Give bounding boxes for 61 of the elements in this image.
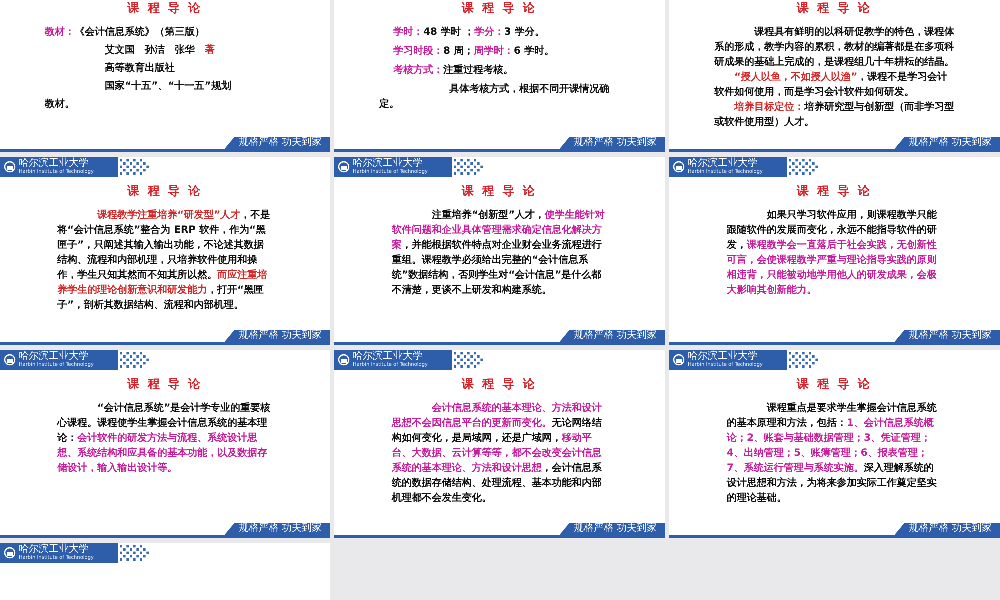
university-name: 哈尔滨工业大学 [353, 352, 424, 362]
slide-title: 课 程 导 论 [796, 0, 873, 17]
slide-title: 课 程 导 论 [460, 0, 538, 17]
slide-thumbnail[interactable] [0, 157, 330, 345]
crest-icon [673, 354, 685, 366]
slide-paragraph: 课程具有鲜明的以科研促教学的特色，课程体系的形成，教学内容的累积，教材的编著都是在多项科研成果的基础上完成的，是课程组几十年耕耘的结晶。 [714, 26, 954, 70]
pattern-drawing [120, 158, 150, 176]
slide-paragraph: 具体考核方式，根据不同开课情况确定。 [380, 82, 610, 112]
slide-paragraph: 如果只学习软件应用，则课程教学只能跟随软件的发展而变化，永远不能指导软件的研发，课程教学会一直落后于社会实践，无创新性可言，会使课程教学严重与理论指导实践的原则相违背，只能被动地学用他人的研发成果，会极大影响其创新能力。 [727, 208, 938, 298]
slide-paragraph: 艾文国 孙洁 张华 著 [104, 44, 216, 58]
slide-title: 课 程 导 论 [126, 0, 204, 17]
university-name: 哈尔滨工业大学 [19, 352, 90, 362]
slide-paragraph: 学时：48 学时 ；学分：3 学分。 [392, 26, 546, 40]
slide-title: 课 程 导 论 [796, 376, 873, 393]
crest-icon [4, 354, 16, 366]
slide-paragraph: 学习时段：8 周；周学时：6 学时。 [392, 44, 556, 59]
pattern-drawing [120, 352, 150, 368]
university-name: 哈尔滨工业大学 [19, 545, 90, 555]
slide-paragraph: 注重培养“创新型”人才，使学生能针对软件问题和企业具体管理需求确定信息化解决方案，并能根据软件特点对企业财会业务流程进行重组。课程教学必须给出完整的“会计信息系统”数据结构，否则学生对“会计信息”是什么都不清楚，更谈不上研发和构建系统。 [392, 208, 606, 298]
crest-icon [338, 354, 350, 366]
slide-title: 课 程 导 论 [126, 183, 204, 200]
footer-motto: 规格严格 功夫到家 [894, 523, 1000, 535]
crest-icon [338, 161, 350, 173]
crest-icon [4, 547, 16, 559]
footer-motto: 规格严格 功夫到家 [560, 523, 665, 535]
slide-paragraph: 教材。 [45, 98, 76, 112]
pattern-drawing [789, 352, 819, 368]
university-name: 哈尔滨工业大学 [688, 352, 759, 362]
slide-paragraph: “授人以鱼，不如授人以渔”，课程不是学习会计软件如何使用，而是学习会计软件如何研发。 [714, 70, 949, 100]
footer-motto: 规格严格 功夫到家 [224, 137, 330, 149]
university-name: 哈尔滨工业大学 [19, 159, 90, 169]
slide-paragraph: 课程重点是要求学生掌握会计信息系统的基本原理和方法，包括：1、会计信息系统概论；2、账套与基础数据管理；3、凭证管理；4、出纳管理；5、账簿管理；6、报表管理；7、系统运行管理与系统实施。深入理解系统的设计思想和方法，为将来参加实际工作奠定坚实的理论基础。 [727, 402, 938, 506]
pattern-drawing [120, 544, 150, 562]
footer-motto: 规格严格 功夫到家 [560, 330, 665, 342]
crest-icon [4, 161, 16, 173]
footer-motto: 规格严格 功夫到家 [224, 330, 330, 342]
footer-motto: 规格严格 功夫到家 [224, 523, 330, 535]
footer-motto: 规格严格 功夫到家 [560, 137, 665, 149]
slide-thumbnail[interactable]: 课 程 导 论 教材：《会计信息系统》（第三版） 艾文国 孙洁 张华 著 高等教育出版社 国家“十五”、“十一五”规划 教材。 规格严格 功夫到家 [0, 0, 330, 152]
slide-thumbnail[interactable]: 课 程 导 论 课程具有鲜明的以科研促教学的特色，课程体系的形成，教学内容的累积，教材的编著都是在多项科研成果的基础上完成的，是课程组几十年耕耘的结晶。 “授人以鱼，不如授人以渔”，课程不是学习会计软件如何使用，而是学习会计软件如何研发。 培养目标定位：培养研究型与创新型（而非学习型或软件使用型）人才。 规格严格 功夫到家 [669, 0, 1000, 152]
slide-paragraph: 考核方式：注重过程考核。 [392, 63, 514, 78]
slide-title: 课 程 导 论 [460, 376, 538, 393]
slide-thumbnail[interactable]: 课 程 导 论 学时：48 学时 ；学分：3 学分。 学习时段：8 周；周学时：6 学时。 考核方式：注重过程考核。 具体考核方式，根据不同开课情况确定。 规格严格 功夫到家 [334, 0, 665, 152]
university-name: 哈尔滨工业大学 [688, 159, 759, 169]
slide-title: 课 程 导 论 [796, 183, 873, 200]
crest-icon [673, 161, 685, 173]
slide-paragraph: 培养目标定位：培养研究型与创新型（而非学习型或软件使用型）人才。 [714, 100, 954, 130]
slide-paragraph: 国家“十五”、“十一五”规划 [104, 79, 232, 94]
slide-paragraph: 课程教学注重培养“研发型”人才，不是将“会计信息系统”整合为 ERP 软件，作为“黑匣子”，只阐述其输入输出功能，不论述其数据结构、流程和内部机理，只培养软件使用和操作，学生只知其然而不知其所以然。而应注重培养学生的理论创新意识和研发能力，打开“黑匣子”，剖析其数据结构、流程和内部机理。 [58, 208, 272, 313]
slide-paragraph: 高等教育出版社 [104, 61, 176, 76]
slide-paragraph: 教材：《会计信息系统》（第三版） [45, 26, 206, 40]
slide-title: 课 程 导 论 [460, 183, 538, 200]
slide-title: 课 程 导 论 [126, 376, 204, 393]
footer-motto: 规格严格 功夫到家 [894, 330, 1000, 342]
pattern-drawing [454, 352, 484, 368]
university-name: 哈尔滨工业大学 [353, 159, 424, 169]
pattern-drawing [454, 158, 484, 176]
slide-paragraph: “会计信息系统”是会计学专业的重要核心课程。课程使学生掌握会计信息系统的基本理论：会计软件的研发方法与流程、系统设计思想、系统结构和应具备的基本功能，以及数据存储设计，输入输出设计等。 [58, 402, 272, 476]
slide-paragraph: 会计信息系统的基本理论、方法和设计思想不会因信息平台的更新而变化。无论网络结构如何变化，是局域网，还是广域网，移动平台、大数据、云计算等等，都不会改变会计信息系统的基本理论、方法和设计思想，会计信息系统的数据存储结构、处理流程、基本功能和内部机理都不会发生变化。 [392, 401, 603, 506]
pattern-drawing [789, 158, 819, 176]
footer-motto: 规格严格 功夫到家 [894, 137, 1000, 149]
